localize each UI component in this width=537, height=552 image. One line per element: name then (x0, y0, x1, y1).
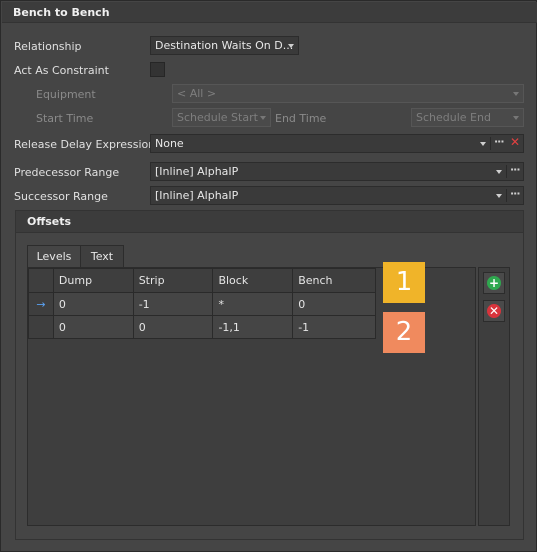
offsets-header: Offsets (16, 211, 523, 233)
start-time-label: Start Time (36, 112, 94, 125)
equipment-dropdown: < All > (172, 84, 524, 103)
predecessor-range-dropdown[interactable]: [Inline] AlphaIP ··· (150, 162, 524, 181)
bench-to-bench-window: Bench to Bench Relationship Destination … (0, 0, 537, 552)
offsets-title: Offsets (27, 215, 72, 228)
row-indicator-header (28, 268, 54, 293)
chevron-down-icon (513, 92, 519, 96)
ellipsis-button[interactable]: ··· (494, 135, 505, 148)
add-icon: + (487, 276, 501, 290)
column-header-block[interactable]: Block (212, 268, 294, 293)
offsets-table: Dump Strip Block Bench → 0 -1 * 0 0 0 -1… (28, 268, 376, 339)
chevron-down-icon[interactable] (496, 194, 502, 198)
separator (506, 189, 507, 202)
tab-levels-label: Levels (36, 250, 72, 263)
callout-badge-1: 1 (383, 262, 425, 303)
start-time-dropdown: Schedule Start (172, 108, 271, 127)
ellipsis-button[interactable]: ··· (510, 163, 521, 176)
act-as-constraint-checkbox[interactable] (150, 62, 165, 77)
table-row[interactable]: 0 0 -1,1 -1 (28, 315, 376, 339)
callout-badge-2: 2 (383, 312, 425, 353)
remove-icon: ✕ (487, 304, 501, 318)
end-time-value: Schedule End (416, 111, 491, 124)
predecessor-range-label: Predecessor Range (14, 166, 120, 179)
release-delay-dropdown[interactable]: None ··· ✕ (150, 134, 524, 153)
row-indicator (28, 315, 54, 339)
release-delay-label: Release Delay Expression (14, 138, 156, 151)
predecessor-range-value: [Inline] AlphaIP (155, 165, 239, 178)
relationship-value: Destination Waits On D... (155, 39, 294, 52)
successor-range-label: Successor Range (14, 190, 108, 203)
offsets-action-panel: + ✕ (478, 267, 510, 526)
column-header-strip[interactable]: Strip (132, 268, 214, 293)
chevron-down-icon (513, 116, 519, 120)
separator (490, 137, 491, 150)
relationship-dropdown[interactable]: Destination Waits On D... (150, 36, 299, 55)
end-time-label: End Time (275, 112, 327, 125)
cell-dump[interactable]: 0 (52, 292, 134, 316)
cell-strip[interactable]: -1 (132, 292, 214, 316)
tab-levels[interactable]: Levels (27, 245, 81, 267)
tab-text-label: Text (90, 250, 114, 263)
equipment-label: Equipment (36, 88, 96, 101)
title-bar: Bench to Bench (2, 2, 537, 23)
clear-icon[interactable]: ✕ (510, 135, 520, 149)
offsets-group: Offsets Levels Text Dump Strip Block Ben… (15, 210, 524, 540)
chevron-down-icon[interactable] (496, 170, 502, 174)
chevron-down-icon (260, 116, 266, 120)
cell-bench[interactable]: -1 (292, 315, 376, 339)
current-row-arrow-icon: → (36, 297, 46, 311)
cell-dump[interactable]: 0 (52, 315, 134, 339)
chevron-down-icon[interactable] (480, 142, 486, 146)
column-header-bench[interactable]: Bench (292, 268, 376, 293)
separator (506, 165, 507, 178)
table-row[interactable]: → 0 -1 * 0 (28, 292, 376, 316)
cell-bench[interactable]: 0 (292, 292, 376, 316)
row-indicator: → (28, 292, 54, 316)
ellipsis-button[interactable]: ··· (510, 187, 521, 200)
window-title: Bench to Bench (13, 6, 110, 19)
cell-strip[interactable]: 0 (132, 315, 214, 339)
relationship-label: Relationship (14, 40, 82, 53)
remove-row-button[interactable]: ✕ (483, 300, 505, 322)
tab-text[interactable]: Text (80, 245, 124, 267)
equipment-value: < All > (177, 87, 217, 100)
successor-range-value: [Inline] AlphaIP (155, 189, 239, 202)
chevron-down-icon (288, 44, 294, 48)
end-time-dropdown: Schedule End (411, 108, 524, 127)
release-delay-value: None (155, 137, 184, 150)
column-header-dump[interactable]: Dump (52, 268, 134, 293)
add-row-button[interactable]: + (483, 272, 505, 294)
start-time-value: Schedule Start (177, 111, 258, 124)
cell-block[interactable]: * (212, 292, 294, 316)
cell-block[interactable]: -1,1 (212, 315, 294, 339)
offsets-grid-panel: Dump Strip Block Bench → 0 -1 * 0 0 0 -1… (27, 267, 476, 526)
act-as-constraint-label: Act As Constraint (14, 64, 109, 77)
successor-range-dropdown[interactable]: [Inline] AlphaIP ··· (150, 186, 524, 205)
table-header-row: Dump Strip Block Bench (28, 268, 376, 293)
